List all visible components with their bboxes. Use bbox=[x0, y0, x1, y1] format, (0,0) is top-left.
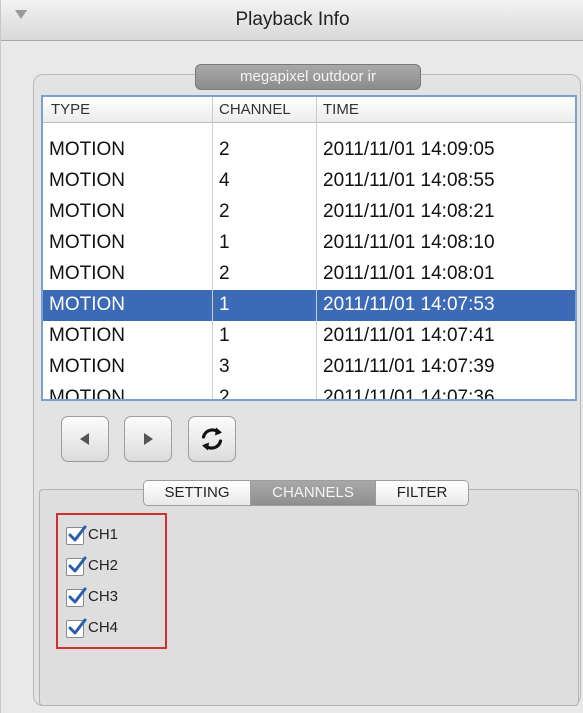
column-header-type[interactable]: TYPE bbox=[51, 101, 90, 118]
cell-channel: 1 bbox=[219, 325, 230, 346]
cell-channel: 1 bbox=[219, 294, 230, 315]
column-header-channel[interactable]: CHANNEL bbox=[219, 101, 291, 118]
refresh-icon bbox=[201, 427, 223, 451]
cell-type: MOTION bbox=[49, 356, 125, 377]
table-row[interactable]: MOTION 2 2011/11/01 14:09:05 bbox=[43, 135, 575, 166]
arrow-left-icon bbox=[80, 433, 89, 445]
cell-type: MOTION bbox=[49, 387, 125, 401]
cell-type: MOTION bbox=[49, 232, 125, 253]
ch2-label: CH2 bbox=[88, 557, 119, 574]
cell-time: 2011/11/01 14:07:53 bbox=[323, 294, 495, 315]
cell-time: 2011/11/01 14:08:10 bbox=[323, 232, 495, 253]
checkmark-icon bbox=[68, 618, 87, 635]
cell-channel: 2 bbox=[219, 263, 230, 284]
table-row[interactable]: MOTION 4 2011/11/01 14:08:55 bbox=[43, 166, 575, 197]
column-divider bbox=[212, 122, 213, 399]
options-tabs: SETTING CHANNELS FILTER bbox=[143, 480, 469, 506]
table-row[interactable]: MOTION 3 2011/11/01 14:07:39 bbox=[43, 352, 575, 383]
cell-type: MOTION bbox=[49, 139, 125, 160]
table-row[interactable]: MOTION 2 2011/11/01 14:08:21 bbox=[43, 197, 575, 228]
cell-channel: 2 bbox=[219, 201, 230, 222]
tab-channels[interactable]: CHANNELS bbox=[251, 481, 376, 505]
checkmark-icon bbox=[68, 525, 87, 542]
cell-time: 2011/11/01 14:07:39 bbox=[323, 356, 495, 377]
arrow-right-icon bbox=[144, 433, 153, 445]
cell-type: MOTION bbox=[49, 325, 125, 346]
refresh-button[interactable] bbox=[188, 416, 236, 462]
cell-time: 2011/11/01 14:07:36 bbox=[323, 387, 495, 401]
table-row-selected[interactable]: MOTION 1 2011/11/01 14:07:53 bbox=[43, 290, 575, 321]
cell-type: MOTION bbox=[49, 170, 125, 191]
ch2-checkbox[interactable] bbox=[66, 556, 87, 576]
event-table[interactable]: TYPE CHANNEL TIME MOTION 2 2011/11/01 14… bbox=[41, 95, 577, 401]
cell-type: MOTION bbox=[49, 263, 125, 284]
device-name-label: megapixel outdoor ir bbox=[195, 64, 421, 90]
table-row[interactable]: MOTION 2 2011/11/01 14:08:01 bbox=[43, 259, 575, 290]
table-row[interactable]: MOTION 2 2011/11/01 14:07:36 bbox=[43, 383, 575, 401]
column-divider bbox=[212, 97, 213, 122]
cell-time: 2011/11/01 14:08:01 bbox=[323, 263, 495, 284]
tab-filter[interactable]: FILTER bbox=[376, 481, 468, 505]
cell-time: 2011/11/01 14:08:21 bbox=[323, 201, 495, 222]
cell-type: MOTION bbox=[49, 201, 125, 222]
next-button[interactable] bbox=[124, 416, 172, 462]
cell-time: 2011/11/01 14:08:55 bbox=[323, 170, 495, 191]
panel-title: Playback Info bbox=[235, 9, 350, 30]
cell-channel: 2 bbox=[219, 387, 230, 401]
checkmark-icon bbox=[68, 587, 87, 604]
playback-info-panel: Playback Info megapixel outdoor ir TYPE … bbox=[0, 0, 583, 713]
ch4-label: CH4 bbox=[88, 619, 119, 636]
column-divider bbox=[316, 122, 317, 399]
cell-channel: 3 bbox=[219, 356, 230, 377]
tab-setting[interactable]: SETTING bbox=[144, 481, 251, 505]
ch1-label: CH1 bbox=[88, 526, 119, 543]
cell-channel: 2 bbox=[219, 139, 230, 160]
column-header-time[interactable]: TIME bbox=[323, 101, 359, 118]
previous-button[interactable] bbox=[61, 416, 109, 462]
table-row[interactable]: MOTION 1 2011/11/01 14:07:41 bbox=[43, 321, 575, 352]
table-row[interactable]: MOTION 1 2011/11/01 14:08:10 bbox=[43, 228, 575, 259]
checkmark-icon bbox=[68, 556, 87, 573]
cell-channel: 1 bbox=[219, 232, 230, 253]
cell-type: MOTION bbox=[49, 294, 125, 315]
cell-channel: 4 bbox=[219, 170, 230, 191]
ch3-label: CH3 bbox=[88, 588, 119, 605]
channel-list: CH1 CH2 CH3 CH4 bbox=[56, 513, 167, 649]
ch4-checkbox[interactable] bbox=[66, 618, 87, 638]
panel-header[interactable]: Playback Info bbox=[1, 0, 583, 41]
table-header: TYPE CHANNEL TIME bbox=[43, 97, 575, 123]
cell-time: 2011/11/01 14:09:05 bbox=[323, 139, 495, 160]
column-divider bbox=[316, 97, 317, 122]
ch1-checkbox[interactable] bbox=[66, 525, 87, 545]
ch3-checkbox[interactable] bbox=[66, 587, 87, 607]
cell-time: 2011/11/01 14:07:41 bbox=[323, 325, 495, 346]
